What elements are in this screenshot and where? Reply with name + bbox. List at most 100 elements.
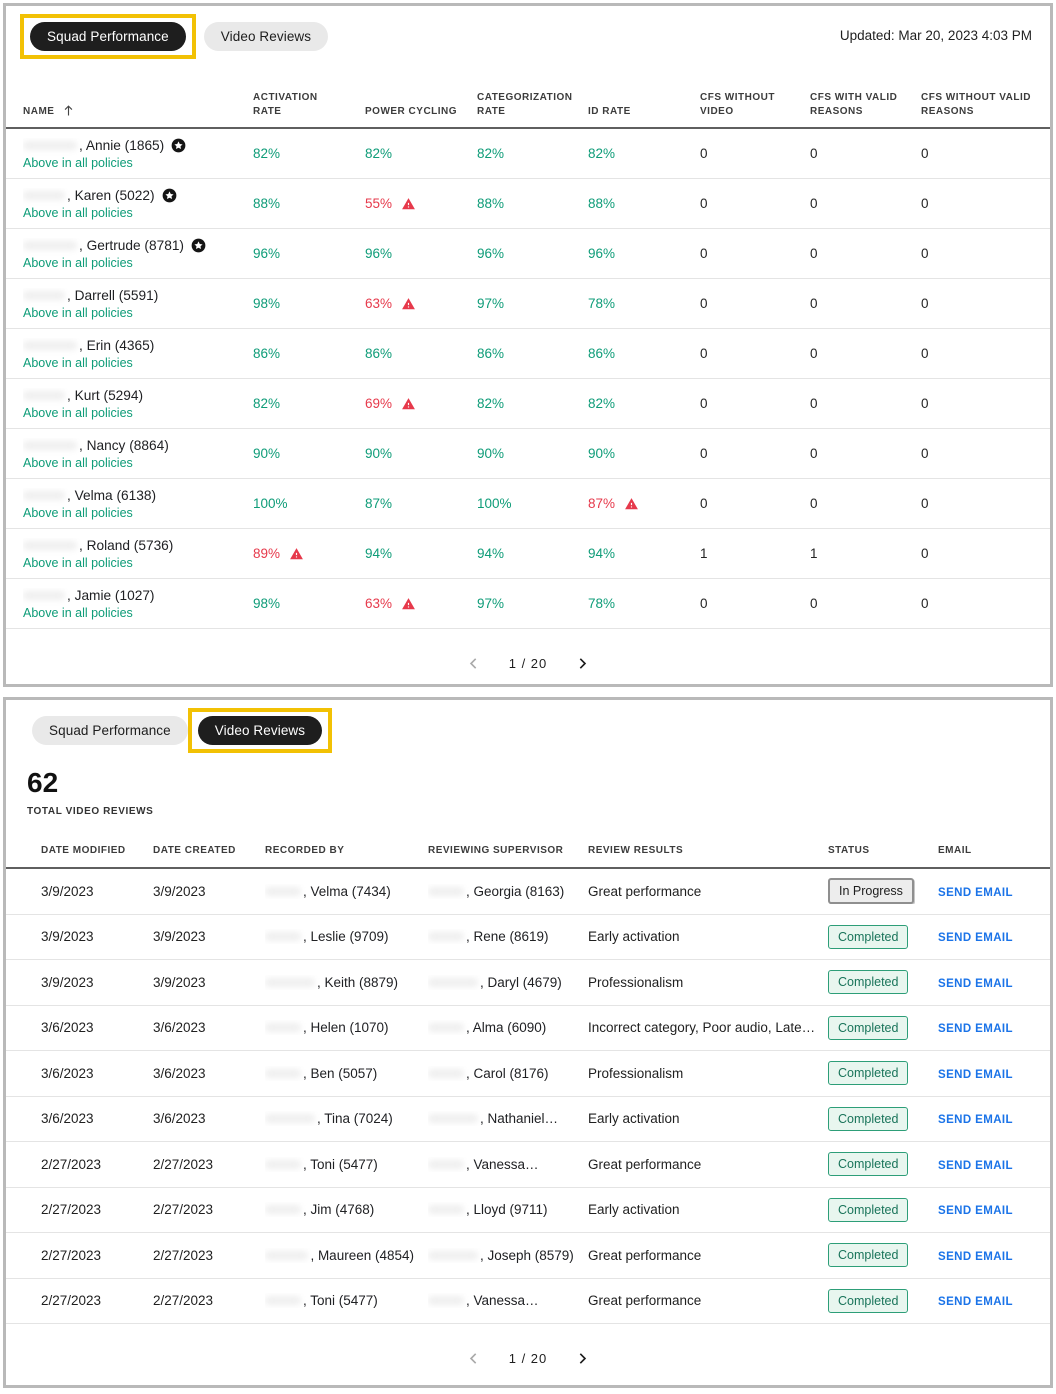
send-email-button[interactable]: SEND EMAIL (938, 932, 1013, 944)
rate-label: 88% (253, 196, 280, 211)
recorded-by-label: , Velma (7434) (303, 884, 391, 899)
rate-value: 63% (365, 296, 477, 311)
email-cell: SEND EMAIL (938, 1202, 1050, 1217)
status-cell: Completed (828, 1061, 938, 1085)
squad-table-header-row: NAMEACTIVATION RATEPOWER CYCLINGCATEGORI… (6, 91, 1050, 129)
cfs-value: 0 (700, 246, 810, 261)
send-email-button[interactable]: SEND EMAIL (938, 1205, 1013, 1217)
send-email-button[interactable]: SEND EMAIL (938, 1069, 1013, 1081)
total-video-reviews-label: TOTAL VIDEO REVIEWS (27, 806, 1050, 817)
prev-page-button[interactable] (463, 1347, 485, 1369)
send-email-button[interactable]: SEND EMAIL (938, 978, 1013, 990)
agent-name: , Gertrude (8781) (23, 238, 239, 253)
column-header: REVIEWING SUPERVISOR (428, 844, 588, 858)
agent-name: , Jamie (1027) (23, 588, 239, 603)
rate-value: 100% (477, 496, 588, 511)
redacted-text (428, 978, 478, 987)
policy-status-link[interactable]: Above in all policies (23, 206, 239, 220)
redacted-text (265, 1251, 308, 1260)
redacted-text (428, 1023, 464, 1032)
sort-ascending-icon[interactable] (61, 103, 76, 118)
send-email-button[interactable]: SEND EMAIL (938, 1251, 1013, 1263)
chevron-right-icon (575, 656, 590, 671)
table-row: , Nancy (8864)Above in all policies90%90… (6, 429, 1050, 479)
policy-status-link[interactable]: Above in all policies (23, 556, 239, 570)
policy-status-link[interactable]: Above in all policies (23, 156, 239, 170)
supervisor-label: , Vanessa… (466, 1293, 539, 1308)
policy-status-link[interactable]: Above in all policies (23, 406, 239, 420)
status-badge: Completed (828, 925, 908, 949)
tab-squad-performance[interactable]: Squad Performance (32, 716, 188, 745)
cfs-value: 0 (810, 196, 921, 211)
rate-label: 97% (477, 596, 504, 611)
rate-label: 96% (253, 246, 280, 261)
rate-value: 97% (477, 296, 588, 311)
redacted-text (265, 978, 315, 987)
tab-video-reviews[interactable]: Video Reviews (198, 716, 322, 745)
cfs-value: 0 (810, 496, 921, 511)
reviews-table-body: 3/9/20233/9/2023, Velma (7434), Georgia … (6, 869, 1050, 1324)
review-results-cell: Incorrect category, Poor audio, Late… (588, 1020, 828, 1035)
table-row: , Karen (5022)Above in all policies88%55… (6, 179, 1050, 229)
rate-value: 96% (365, 246, 477, 261)
redacted-text (23, 391, 65, 400)
rate-value: 82% (588, 396, 700, 411)
email-cell: SEND EMAIL (938, 884, 1050, 899)
column-header-label: EMAIL (938, 844, 972, 858)
policy-status-link[interactable]: Above in all policies (23, 306, 239, 320)
next-page-button[interactable] (571, 1347, 593, 1369)
prev-page-button[interactable] (463, 652, 485, 674)
tab-squad-performance[interactable]: Squad Performance (30, 22, 186, 51)
rate-value: 88% (253, 196, 365, 211)
cfs-value: 1 (810, 546, 921, 561)
email-cell: SEND EMAIL (938, 929, 1050, 944)
rate-label: 86% (477, 346, 504, 361)
column-header[interactable]: NAME (23, 103, 253, 118)
date-created-cell: 3/6/2023 (153, 1066, 265, 1081)
rate-value: 88% (477, 196, 588, 211)
send-email-button[interactable]: SEND EMAIL (938, 1160, 1013, 1172)
status-cell: Completed (828, 970, 938, 994)
policy-status-link[interactable]: Above in all policies (23, 456, 239, 470)
reviewing-supervisor-cell: , Daryl (4679) (428, 975, 588, 990)
rate-label: 82% (253, 396, 280, 411)
rate-value: 96% (253, 246, 365, 261)
next-page-button[interactable] (571, 652, 593, 674)
review-results-cell: Early activation (588, 929, 828, 944)
rate-label: 87% (588, 496, 615, 511)
chevron-left-icon (466, 656, 481, 671)
date-created-cell: 3/9/2023 (153, 929, 265, 944)
rate-label: 82% (588, 146, 615, 161)
policy-status-link[interactable]: Above in all policies (23, 256, 239, 270)
cfs-value: 0 (700, 496, 810, 511)
rate-label: 78% (588, 596, 615, 611)
status-badge: Completed (828, 1016, 908, 1040)
agent-name: , Roland (5736) (23, 538, 239, 553)
name-cell: , Kurt (5294)Above in all policies (23, 388, 253, 420)
date-created-cell: 2/27/2023 (153, 1293, 265, 1308)
send-email-button[interactable]: SEND EMAIL (938, 1296, 1013, 1308)
table-row: 2/27/20232/27/2023, Toni (5477), Vanessa… (6, 1279, 1050, 1325)
cfs-value: 0 (921, 346, 1050, 361)
panel-header: Squad Performance Video Reviews Updated:… (6, 6, 1050, 59)
send-email-button[interactable]: SEND EMAIL (938, 887, 1013, 899)
status-cell: Completed (828, 1016, 938, 1040)
send-email-button[interactable]: SEND EMAIL (938, 1023, 1013, 1035)
policy-status-link[interactable]: Above in all policies (23, 606, 239, 620)
column-header-label: ACTIVATION RATE (253, 91, 347, 118)
cfs-value: 0 (921, 546, 1050, 561)
date-created-cell: 3/9/2023 (153, 975, 265, 990)
rate-label: 89% (253, 546, 280, 561)
policy-status-link[interactable]: Above in all policies (23, 356, 239, 370)
date-created-cell: 3/6/2023 (153, 1111, 265, 1126)
cfs-value: 0 (921, 446, 1050, 461)
send-email-button[interactable]: SEND EMAIL (938, 1114, 1013, 1126)
redacted-text (428, 1160, 464, 1169)
review-results-cell: Great performance (588, 1248, 828, 1263)
policy-status-link[interactable]: Above in all policies (23, 506, 239, 520)
tab-video-reviews[interactable]: Video Reviews (204, 22, 328, 51)
redacted-text (23, 291, 65, 300)
star-badge-icon (191, 238, 206, 253)
status-badge: Completed (828, 1152, 908, 1176)
name-cell: , Roland (5736) Above in all policies (23, 538, 253, 570)
